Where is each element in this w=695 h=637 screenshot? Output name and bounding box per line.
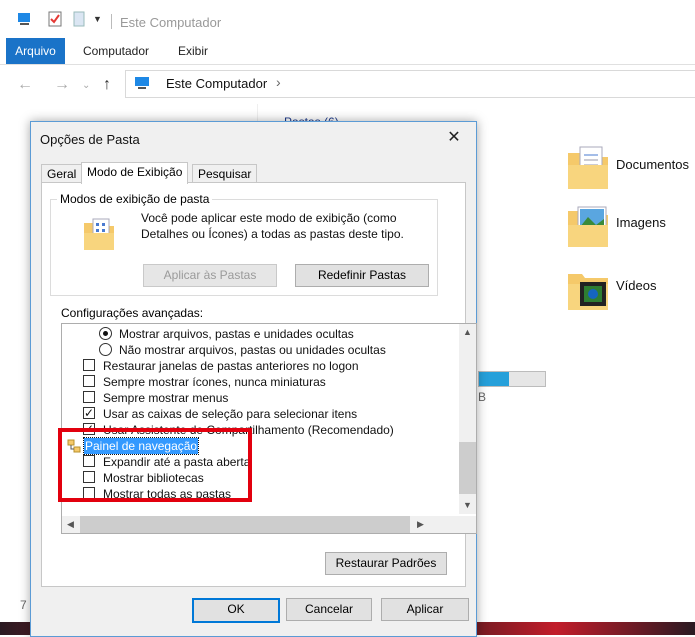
folder-view-icon — [83, 217, 115, 254]
new-folder-icon[interactable] — [72, 11, 86, 27]
folder-options-dialog: Opções de Pasta ✕ Geral Modo de Exibição… — [30, 121, 477, 637]
folder-label: Documentos — [616, 157, 689, 172]
up-arrow-icon[interactable]: ↑ — [103, 76, 111, 94]
advanced-settings-title: Configurações avançadas: — [61, 306, 204, 320]
drive-usage-fill — [479, 372, 509, 386]
folder-item-documentos[interactable]: Documentos — [566, 143, 695, 197]
radio-button[interactable] — [99, 343, 112, 356]
dialog-title: Opções de Pasta — [40, 132, 140, 147]
tab-modo-de-exibicao[interactable]: Modo de Exibição — [81, 162, 189, 184]
title-separator — [111, 14, 112, 29]
reset-folders-button[interactable]: Redefinir Pastas — [295, 264, 429, 287]
checkbox[interactable] — [83, 421, 95, 437]
tab-pesquisar[interactable]: Pesquisar — [192, 164, 258, 183]
folder-label: Imagens — [616, 215, 666, 230]
customize-toolbar-chevron-icon[interactable]: ▼ — [93, 14, 102, 30]
item-label: Restaurar janelas de pastas anteriores n… — [103, 359, 359, 373]
item-label: Expandir até a pasta aberta — [103, 455, 251, 469]
apply-button[interactable]: Aplicar — [381, 598, 469, 621]
breadcrumb-chevron-icon[interactable]: › — [276, 74, 281, 90]
address-text: Este Computador — [166, 76, 268, 91]
item-label: Sempre mostrar menus — [103, 391, 229, 405]
folder-item-imagens[interactable]: Imagens — [566, 201, 695, 255]
drive-size-text: B — [478, 390, 487, 404]
recent-locations-chevron-icon[interactable]: ⌄ — [82, 80, 90, 91]
forward-arrow-icon[interactable]: → — [54, 76, 70, 94]
folder-views-description: Você pode aplicar este modo de exibição … — [141, 211, 404, 241]
address-field[interactable]: Este Computador › — [125, 70, 695, 98]
item-label: Usar as caixas de seleção para seleciona… — [103, 407, 358, 421]
item-label: Sempre mostrar ícones, nunca miniaturas — [103, 375, 326, 389]
ok-button[interactable]: OK — [192, 598, 280, 623]
horizontal-scroll-thumb[interactable] — [80, 516, 410, 533]
vertical-scrollbar[interactable]: ▲ ▼ — [459, 324, 476, 514]
window-title: Este Computador — [120, 15, 222, 30]
item-label: Mostrar bibliotecas — [103, 471, 204, 485]
navigation-pane-icon — [67, 439, 81, 457]
scroll-left-icon[interactable]: ◀ — [67, 519, 74, 530]
cancel-button[interactable]: Cancelar — [286, 598, 372, 621]
ribbon: Arquivo Computador Exibir — [0, 38, 695, 65]
item-label: Mostrar todas as pastas — [103, 487, 232, 501]
tab-exibir[interactable]: Exibir — [169, 38, 217, 64]
checkbox[interactable] — [83, 391, 95, 403]
item-label: Mostrar arquivos, pastas e unidades ocul… — [119, 327, 354, 341]
scroll-up-icon[interactable]: ▲ — [463, 327, 472, 337]
back-arrow-icon[interactable]: ← — [17, 76, 33, 94]
checkbox[interactable] — [83, 455, 95, 467]
vertical-scroll-thumb[interactable] — [459, 442, 476, 494]
close-icon[interactable]: ✕ — [440, 126, 468, 150]
folder-item-videos[interactable]: Vídeos — [566, 264, 695, 318]
scroll-right-icon[interactable]: ▶ — [417, 519, 424, 530]
radio-button[interactable] — [99, 327, 112, 340]
scroll-down-icon[interactable]: ▼ — [463, 500, 472, 510]
tab-computador[interactable]: Computador — [75, 38, 157, 64]
explorer-titlebar: ▼ Este Computador — [0, 0, 695, 38]
folder-label: Vídeos — [616, 278, 657, 293]
checkbox[interactable] — [83, 487, 95, 499]
tab-arquivo[interactable]: Arquivo — [6, 38, 65, 64]
documents-folder-icon — [566, 143, 610, 194]
checkbox[interactable] — [83, 471, 95, 483]
advanced-settings-list[interactable]: Mostrar arquivos, pastas e unidades ocul… — [61, 323, 477, 534]
checkbox[interactable] — [83, 375, 95, 387]
computer-icon — [133, 76, 151, 94]
horizontal-scrollbar[interactable]: ◀ ▶ — [62, 516, 476, 533]
pictures-folder-icon — [566, 201, 610, 252]
drive-usage-bar — [478, 371, 546, 387]
tab-geral[interactable]: Geral — [41, 164, 83, 183]
folder-views-group-title: Modos de exibição de pasta — [57, 192, 213, 206]
checkbox[interactable] — [83, 405, 95, 421]
item-count-text: 7 — [20, 598, 27, 612]
properties-icon[interactable] — [48, 11, 62, 27]
restore-defaults-button[interactable]: Restaurar Padrões — [325, 552, 447, 575]
item-label: Não mostrar arquivos, pastas ou unidades… — [119, 343, 386, 357]
videos-folder-icon — [566, 264, 610, 315]
apply-to-folders-button[interactable]: Aplicar às Pastas — [143, 264, 277, 287]
checkbox[interactable] — [83, 359, 95, 371]
item-label: Painel de navegação — [82, 437, 200, 455]
item-label: Usar Assistente de Compartilhamento (Rec… — [103, 423, 394, 437]
computer-icon — [17, 11, 33, 27]
